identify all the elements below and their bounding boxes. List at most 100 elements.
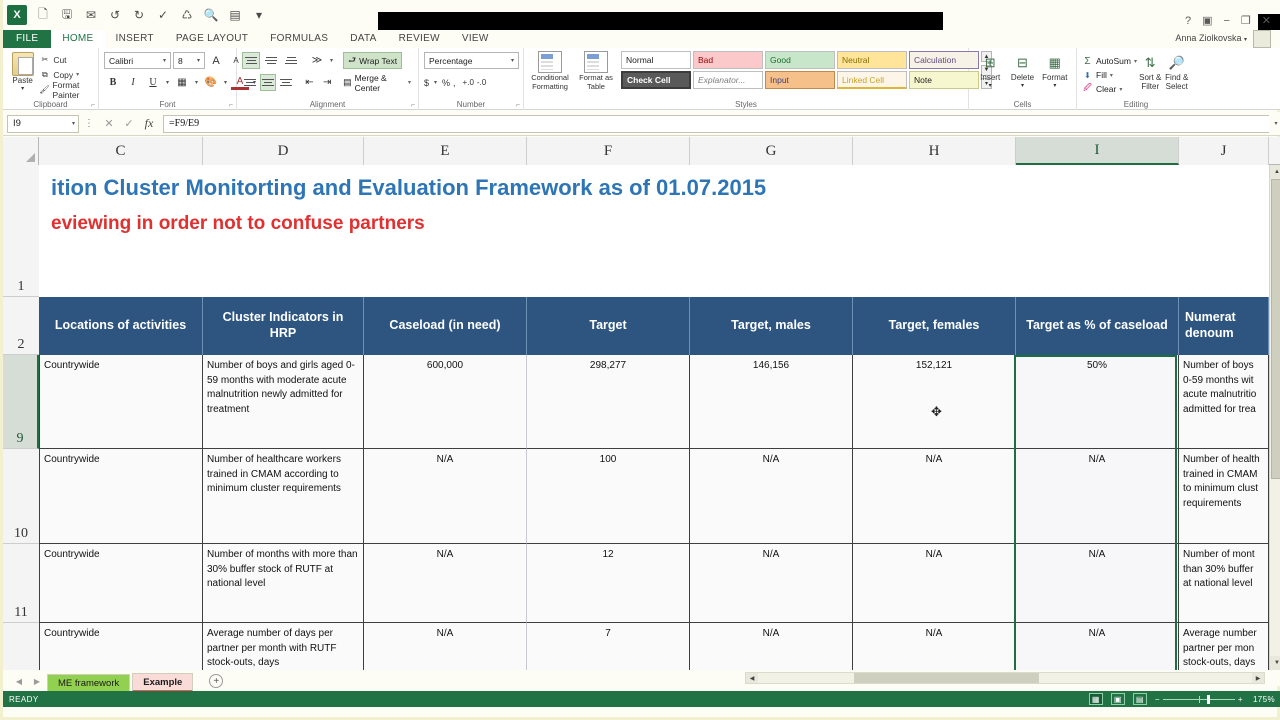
cell-target-females[interactable]: 152,121 ✥ <box>853 355 1016 449</box>
decrease-indent-icon[interactable]: ⇤ <box>302 74 318 92</box>
cell-target-males[interactable]: N/A <box>690 544 853 623</box>
cell-indicator[interactable]: Number of healthcare workers trained in … <box>203 449 364 544</box>
table-header-target-females[interactable]: Target, females <box>853 297 1016 355</box>
tab-data[interactable]: DATA <box>339 30 387 48</box>
increase-font-size-icon[interactable]: A <box>207 52 225 70</box>
number-dialog-launcher-icon[interactable]: ⌐ <box>516 102 520 109</box>
cut-button[interactable]: ✂ Cut <box>37 52 93 67</box>
cell-indicator[interactable]: Number of boys and girls aged 0-59 month… <box>203 355 364 449</box>
align-left-icon[interactable] <box>242 74 258 91</box>
help-icon[interactable]: ? <box>1185 15 1191 27</box>
page-layout-view-icon[interactable]: ▣ <box>1111 693 1125 705</box>
spelling-icon[interactable]: ✓ <box>152 4 174 26</box>
restore-icon[interactable]: ❐ <box>1241 14 1251 27</box>
row-header-12[interactable]: 12 <box>3 623 39 670</box>
account-name[interactable]: Anna Ziolkovska ▾ <box>1175 33 1247 43</box>
cell-numerator[interactable]: Number of mont than 30% buffer at nation… <box>1179 544 1269 623</box>
cell-style-neutral[interactable]: Neutral <box>837 51 907 69</box>
select-all-corner[interactable] <box>3 137 39 165</box>
scroll-up-icon[interactable]: ▲ <box>1270 165 1280 179</box>
cell-location[interactable]: Countrywide <box>39 355 203 449</box>
cell-indicator[interactable]: Average number of days per partner per m… <box>203 623 364 670</box>
zoom-in-icon[interactable]: + <box>1238 695 1243 704</box>
ribbon-display-options-icon[interactable]: ▣ <box>1202 14 1212 27</box>
table-header-target-males[interactable]: Target, males <box>690 297 853 355</box>
cell-target-pct[interactable]: N/A <box>1016 544 1179 623</box>
cell-target-females[interactable]: N/A <box>853 544 1016 623</box>
cell-numerator[interactable]: Number of health trained in CMAM to mini… <box>1179 449 1269 544</box>
borders-icon[interactable]: ▦ <box>173 74 191 92</box>
cell-caseload[interactable]: N/A <box>364 623 527 670</box>
zoom-track[interactable] <box>1163 699 1235 700</box>
delete-cells-button[interactable]: ⊟ Delete ▾ <box>1006 53 1038 89</box>
name-box[interactable]: I9 ▾ <box>7 115 79 133</box>
sheet-title-line-2[interactable]: eviewing in order not to confuse partner… <box>51 213 425 235</box>
font-dialog-launcher-icon[interactable]: ⌐ <box>229 102 233 109</box>
tab-file[interactable]: FILE <box>3 30 51 48</box>
row-header-10[interactable]: 10 <box>3 449 39 544</box>
paste-button[interactable]: Paste ▾ <box>8 51 37 92</box>
sheet-tab-example[interactable]: Example <box>132 673 193 692</box>
zoom-level[interactable]: 175% <box>1251 695 1275 704</box>
tab-page-layout[interactable]: PAGE LAYOUT <box>165 30 259 48</box>
normal-view-icon[interactable]: ▦ <box>1089 693 1103 705</box>
currency-icon[interactable]: $ <box>424 78 429 88</box>
new-icon[interactable]: 🗋 <box>32 4 54 26</box>
column-header-C[interactable]: C <box>39 137 203 165</box>
next-sheet-icon[interactable]: ▶ <box>29 677 45 686</box>
account-avatar[interactable] <box>1253 30 1271 48</box>
vertical-scroll-thumb[interactable] <box>1271 179 1280 479</box>
align-middle-icon[interactable] <box>262 52 280 69</box>
table-header-target-pct[interactable]: Target as % of caseload <box>1016 297 1179 355</box>
column-header-H[interactable]: H <box>853 137 1016 165</box>
column-header-D[interactable]: D <box>203 137 364 165</box>
tab-view[interactable]: VIEW <box>451 30 500 48</box>
wrap-text-button[interactable]: ⮐ Wrap Text <box>343 52 402 69</box>
email-icon[interactable]: ✉ <box>80 4 102 26</box>
fill-button[interactable]: ⬇ Fill ▾ <box>1082 68 1137 82</box>
cell-style-input[interactable]: Input <box>765 71 835 89</box>
cell-numerator[interactable]: Average number partner per mon stock-out… <box>1179 623 1269 670</box>
table-header-indicators[interactable]: Cluster Indicators in HRP <box>203 297 364 355</box>
autosum-button[interactable]: Σ AutoSum ▾ <box>1082 54 1137 68</box>
clear-button[interactable]: 🖉 Clear ▾ <box>1082 82 1137 96</box>
print-preview-icon[interactable]: 🔍 <box>200 4 222 26</box>
row-header-11[interactable]: 11 <box>3 544 39 623</box>
cell-target-males[interactable]: N/A <box>690 449 853 544</box>
cell-target-females[interactable]: N/A <box>853 623 1016 670</box>
add-sheet-icon[interactable]: + <box>209 674 223 688</box>
minimize-icon[interactable]: − <box>1223 15 1229 27</box>
cell-numerator[interactable]: Number of boys 0-59 months wit acute mal… <box>1179 355 1269 449</box>
cell-target[interactable]: 100 <box>527 449 690 544</box>
cancel-icon[interactable]: ✕ <box>99 117 119 130</box>
orientation-icon[interactable]: ≫ <box>308 52 326 70</box>
table-header-target[interactable]: Target <box>527 297 690 355</box>
cell-style-linked-cell[interactable]: Linked Cell <box>837 71 907 89</box>
cell-style-normal[interactable]: Normal <box>621 51 691 69</box>
horizontal-scrollbar[interactable]: ◀ ▶ <box>745 672 1265 684</box>
row-header-2[interactable]: 2 <box>3 297 39 355</box>
cell-target[interactable]: 7 <box>527 623 690 670</box>
align-right-icon[interactable] <box>278 74 294 91</box>
format-painter-button[interactable]: 🖌 Format Painter <box>37 82 93 97</box>
insert-function-icon[interactable]: fx <box>139 116 159 131</box>
merge-center-button[interactable]: ▤ Merge & Center ▾ <box>341 74 413 91</box>
percent-style-icon[interactable]: % <box>442 78 450 88</box>
cell-style-bad[interactable]: Bad <box>693 51 763 69</box>
underline-button[interactable]: U <box>144 74 162 92</box>
increase-indent-icon[interactable]: ⇥ <box>319 74 335 92</box>
font-size-combo[interactable]: 8 ▾ <box>173 52 205 69</box>
cell-caseload[interactable]: N/A <box>364 449 527 544</box>
column-header-G[interactable]: G <box>690 137 853 165</box>
clipboard-dialog-launcher-icon[interactable]: ⌐ <box>91 102 95 109</box>
insert-cells-button[interactable]: ⊞ Insert ▾ <box>974 53 1006 89</box>
column-header-F[interactable]: F <box>527 137 690 165</box>
cell-target[interactable]: 12 <box>527 544 690 623</box>
save-icon[interactable]: 🖫 <box>56 4 78 26</box>
formula-input[interactable]: =F9/E9 <box>163 115 1269 133</box>
decrease-decimal-icon[interactable]: -.0 <box>477 78 486 87</box>
italic-button[interactable]: I <box>124 74 142 92</box>
increase-decimal-icon[interactable]: +.0 <box>463 78 474 87</box>
align-center-icon[interactable] <box>260 74 276 91</box>
alignment-dialog-launcher-icon[interactable]: ⌐ <box>411 102 415 109</box>
